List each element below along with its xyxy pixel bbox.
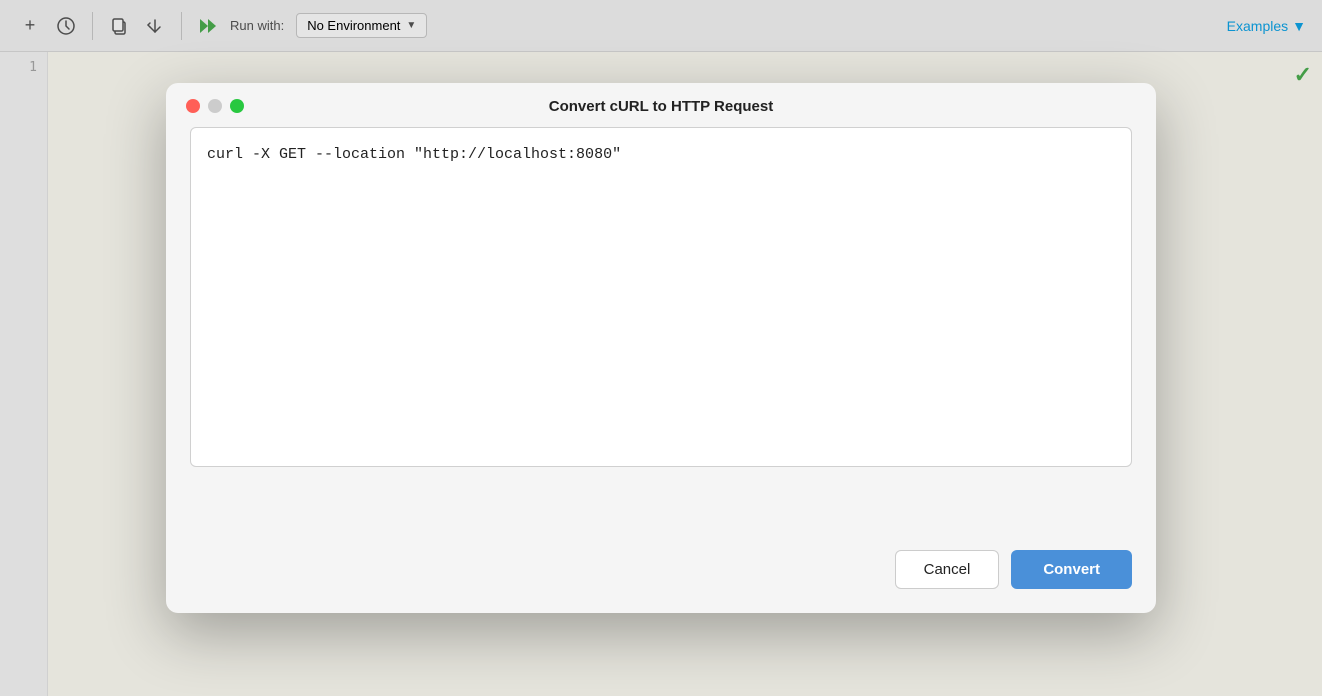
- convert-curl-modal: Convert cURL to HTTP Request Cancel Conv…: [166, 83, 1156, 613]
- modal-body: [166, 127, 1156, 550]
- cancel-button[interactable]: Cancel: [895, 550, 1000, 589]
- curl-input[interactable]: [190, 127, 1132, 467]
- modal-footer: Cancel Convert: [166, 550, 1156, 589]
- convert-button[interactable]: Convert: [1011, 550, 1132, 589]
- modal-title: Convert cURL to HTTP Request: [549, 98, 773, 115]
- window-close-button[interactable]: [186, 99, 200, 113]
- window-minimize-button[interactable]: [208, 99, 222, 113]
- window-controls: [186, 99, 244, 113]
- window-maximize-button[interactable]: [230, 99, 244, 113]
- modal-titlebar: Convert cURL to HTTP Request: [166, 83, 1156, 127]
- modal-overlay: Convert cURL to HTTP Request Cancel Conv…: [0, 0, 1322, 696]
